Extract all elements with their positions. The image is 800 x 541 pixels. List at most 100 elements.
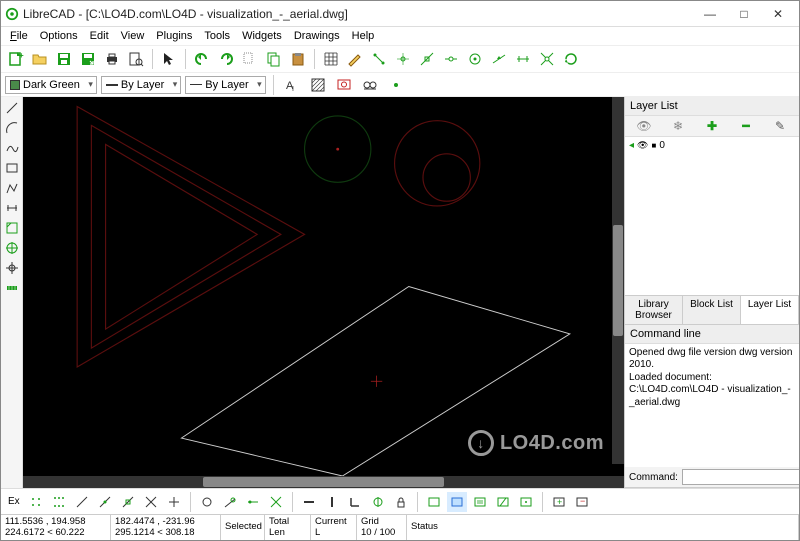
cut-button[interactable] — [239, 48, 261, 70]
snap-b6[interactable] — [141, 492, 161, 512]
tab-library[interactable]: Library Browser — [625, 296, 683, 324]
snap-dist-button[interactable] — [512, 48, 534, 70]
rest-ortho[interactable] — [345, 492, 365, 512]
rest-lock[interactable] — [391, 492, 411, 512]
vertical-scrollbar[interactable] — [612, 97, 624, 464]
saveas-button[interactable] — [77, 48, 99, 70]
grid-button[interactable] — [320, 48, 342, 70]
menu-tools[interactable]: Tools — [199, 29, 235, 43]
remove-layer-icon[interactable]: ━ — [736, 119, 756, 133]
layer-row-0[interactable]: ◂ 👁 ■ 0 — [629, 140, 795, 151]
snap-grid-button[interactable] — [392, 48, 414, 70]
linewidth-combo[interactable]: By Layer — [101, 76, 181, 94]
image-button[interactable] — [333, 74, 355, 96]
menu-edit[interactable]: Edit — [85, 29, 114, 43]
linetype-icon — [190, 84, 202, 85]
command-log[interactable]: Opened dwg file version dwg version 2010… — [625, 344, 799, 467]
snap-int-button[interactable] — [536, 48, 558, 70]
snap-b3[interactable] — [72, 492, 92, 512]
zoom-in[interactable]: + — [549, 492, 569, 512]
snap-b11[interactable] — [266, 492, 286, 512]
snap-b4[interactable] — [95, 492, 115, 512]
horizontal-scrollbar[interactable] — [23, 476, 624, 488]
snap-b7[interactable] — [164, 492, 184, 512]
eye-icon[interactable]: 👁 — [634, 119, 654, 133]
menu-file[interactable]: File — [5, 29, 33, 43]
refresh-button[interactable] — [560, 48, 582, 70]
hatch-tool[interactable] — [3, 219, 21, 237]
copy-button[interactable] — [263, 48, 285, 70]
minimize-button[interactable]: — — [693, 3, 727, 25]
save-button[interactable] — [53, 48, 75, 70]
point-button[interactable] — [359, 74, 381, 96]
command-input-row: Command: — [625, 467, 799, 487]
tab-block[interactable]: Block List — [683, 296, 741, 324]
drawing-canvas[interactable]: ↓ LO4D.com — [23, 97, 624, 476]
menu-view[interactable]: View — [116, 29, 150, 43]
zoom-prev[interactable] — [470, 492, 490, 512]
close-button[interactable]: ✕ — [761, 3, 795, 25]
redo-button[interactable] — [215, 48, 237, 70]
snap-b10[interactable] — [243, 492, 263, 512]
rest-h[interactable] — [299, 492, 319, 512]
spline-tool[interactable] — [3, 139, 21, 157]
zoom-win[interactable] — [424, 492, 444, 512]
hscroll-thumb[interactable] — [203, 477, 443, 487]
rect-tool[interactable] — [3, 159, 21, 177]
menu-help[interactable]: Help — [347, 29, 380, 43]
measure-tool[interactable] — [3, 279, 21, 297]
paste-button[interactable] — [287, 48, 309, 70]
mtext-button[interactable]: AI — [281, 74, 303, 96]
zoom-pan[interactable] — [516, 492, 536, 512]
add-layer-icon[interactable]: ✚ — [702, 119, 722, 133]
toolbar-sep-1 — [152, 49, 153, 69]
layer-visible-icon[interactable]: 👁 — [637, 140, 648, 151]
snap-free-button[interactable] — [368, 48, 390, 70]
menu-plugins[interactable]: Plugins — [151, 29, 197, 43]
snap-end-button[interactable] — [416, 48, 438, 70]
zoom-out[interactable]: − — [572, 492, 592, 512]
cursor-button[interactable] — [158, 48, 180, 70]
linetype-combo[interactable]: By Layer — [185, 76, 265, 94]
command-panel: Command line Opened dwg file version dwg… — [625, 325, 799, 488]
new-button[interactable]: + — [5, 48, 27, 70]
command-input[interactable] — [682, 469, 799, 485]
zoom-auto[interactable] — [447, 492, 467, 512]
dim-tool[interactable] — [3, 199, 21, 217]
vscroll-thumb[interactable] — [613, 225, 623, 335]
target-tool[interactable] — [3, 239, 21, 257]
arc-tool[interactable] — [3, 119, 21, 137]
open-button[interactable] — [29, 48, 51, 70]
snap-on-button[interactable] — [440, 48, 462, 70]
menu-drawings[interactable]: Drawings — [289, 29, 345, 43]
color-combo[interactable]: Dark Green — [5, 76, 97, 94]
edit-layer-icon[interactable]: ✎ — [770, 119, 790, 133]
rest-v[interactable] — [322, 492, 342, 512]
snap-middle-button[interactable] — [488, 48, 510, 70]
ex-label[interactable]: Ex — [5, 496, 23, 507]
svg-text:I: I — [292, 86, 294, 93]
undo-button[interactable] — [191, 48, 213, 70]
snap-b5[interactable] — [118, 492, 138, 512]
print-preview-button[interactable] — [125, 48, 147, 70]
menu-options[interactable]: Options — [35, 29, 83, 43]
menu-widgets[interactable]: Widgets — [237, 29, 287, 43]
zoom-redraw[interactable] — [493, 492, 513, 512]
snap-b2[interactable] — [49, 492, 69, 512]
layer-list[interactable]: ◂ 👁 ■ 0 — [625, 137, 799, 295]
snap-center-button[interactable] — [464, 48, 486, 70]
polyline-tool[interactable] — [3, 179, 21, 197]
hatch-button[interactable] — [307, 74, 329, 96]
rest-rel[interactable] — [368, 492, 388, 512]
more-button[interactable] — [385, 74, 407, 96]
draft-button[interactable] — [344, 48, 366, 70]
line-tool[interactable] — [3, 99, 21, 117]
maximize-button[interactable]: □ — [727, 3, 761, 25]
snap-b8[interactable] — [197, 492, 217, 512]
print-button[interactable] — [101, 48, 123, 70]
snap-b9[interactable] — [220, 492, 240, 512]
snap-b1[interactable] — [26, 492, 46, 512]
crosshair-tool[interactable] — [3, 259, 21, 277]
tab-layer[interactable]: Layer List — [741, 296, 799, 324]
freeze-icon[interactable]: ❄ — [668, 119, 688, 133]
